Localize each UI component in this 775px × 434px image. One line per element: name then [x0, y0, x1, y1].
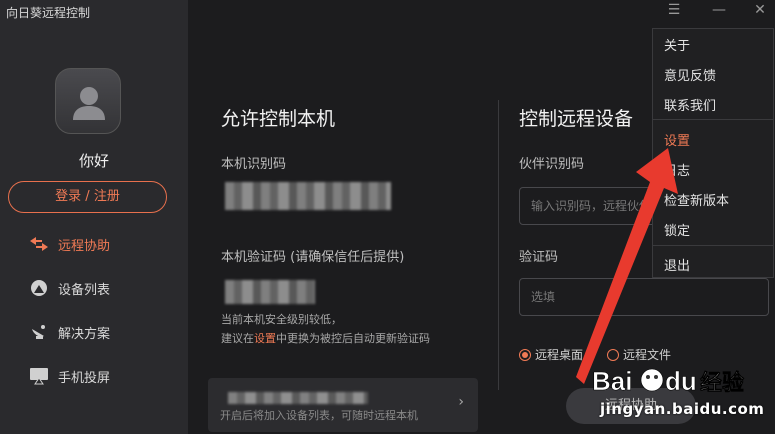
- svg-text:Bai: Bai: [592, 366, 632, 396]
- security-note-line1: 当前本机安全级别较低，: [221, 313, 342, 326]
- sidebar-item-label: 远程协助: [58, 238, 111, 254]
- sidebar-item-solutions[interactable]: 解决方案: [28, 320, 110, 344]
- svg-text:du: du: [665, 366, 697, 396]
- allow-control-title: 允许控制本机: [221, 108, 336, 130]
- add-device-hint: 开启后将加入设备列表，可随时远程本机: [220, 409, 418, 422]
- menu-item-contact[interactable]: 联系我们: [664, 95, 716, 114]
- menu-item-settings[interactable]: 设置: [664, 130, 690, 149]
- sidebar-item-label: 设备列表: [58, 282, 111, 298]
- radio-remote-file[interactable]: 远程文件: [607, 346, 671, 363]
- remote-assist-icon: [28, 234, 50, 254]
- user-icon: [73, 87, 105, 120]
- screen-cast-icon: [28, 366, 50, 386]
- menu-icon[interactable]: ☰: [664, 2, 684, 18]
- menu-item-log[interactable]: 日志: [664, 160, 690, 179]
- sidebar-item-device-list[interactable]: 设备列表: [28, 276, 110, 300]
- remote-code-input[interactable]: 选填: [519, 278, 769, 316]
- verification-code-label: 本机验证码 (请确保信任后提供): [221, 250, 405, 265]
- security-note-line2: 建议在设置中更换为被控后自动更新验证码: [221, 332, 430, 345]
- remote-control-title: 控制远程设备: [519, 108, 634, 130]
- sidebar-item-label: 手机投屏: [58, 370, 111, 386]
- svg-text:经验: 经验: [700, 370, 744, 396]
- radio-selected-icon: [519, 348, 531, 361]
- sidebar-item-remote-assist[interactable]: 远程协助: [28, 232, 110, 256]
- remote-code-label: 验证码: [519, 250, 559, 265]
- baidu-jingyan-watermark-icon: Bai du 经验: [592, 366, 745, 397]
- login-register-button[interactable]: 登录 / 注册: [8, 181, 167, 213]
- partner-id-label: 伙伴识别码: [519, 157, 585, 172]
- close-icon[interactable]: ✕: [750, 2, 770, 18]
- menu-item-feedback[interactable]: 意见反馈: [664, 65, 716, 84]
- watermark-url: jingyan.baidu.com: [600, 400, 765, 418]
- menu-item-check-update[interactable]: 检查新版本: [664, 190, 729, 209]
- menu-item-exit[interactable]: 退出: [664, 255, 690, 274]
- minimize-icon[interactable]: —: [709, 2, 729, 18]
- section-divider: [498, 100, 499, 390]
- verification-code-value: [225, 280, 315, 304]
- menu-item-about[interactable]: 关于: [664, 35, 690, 54]
- device-list-icon: [28, 278, 50, 298]
- chevron-right-icon: ›: [458, 394, 464, 410]
- sidebar-item-label: 解决方案: [58, 326, 111, 342]
- menu-divider: [653, 245, 773, 246]
- greeting: 你好: [78, 152, 109, 170]
- menu-divider: [653, 119, 773, 120]
- settings-link[interactable]: 设置: [254, 332, 276, 345]
- device-id-label: 本机识别码: [221, 157, 287, 172]
- main-menu-dropdown: 关于 意见反馈 联系我们 设置 日志 检查新版本 锁定 退出: [652, 28, 774, 278]
- device-id-value: [225, 182, 391, 210]
- radio-remote-desktop[interactable]: 远程桌面: [519, 346, 583, 363]
- menu-item-lock[interactable]: 锁定: [664, 220, 690, 239]
- app-title: 向日葵远程控制: [6, 6, 91, 20]
- radio-unselected-icon: [607, 348, 619, 361]
- sidebar-item-screen-cast[interactable]: 手机投屏: [28, 364, 110, 388]
- avatar[interactable]: [55, 68, 121, 134]
- add-to-device-list-bar[interactable]: 开启后将加入设备列表，可随时远程本机 ›: [208, 378, 478, 432]
- blurred-text: [228, 392, 368, 404]
- sidebar: 向日葵远程控制 你好 登录 / 注册 远程协助 设备列表 解决方案 手机投屏: [0, 0, 188, 434]
- satellite-dish-icon: [28, 322, 50, 342]
